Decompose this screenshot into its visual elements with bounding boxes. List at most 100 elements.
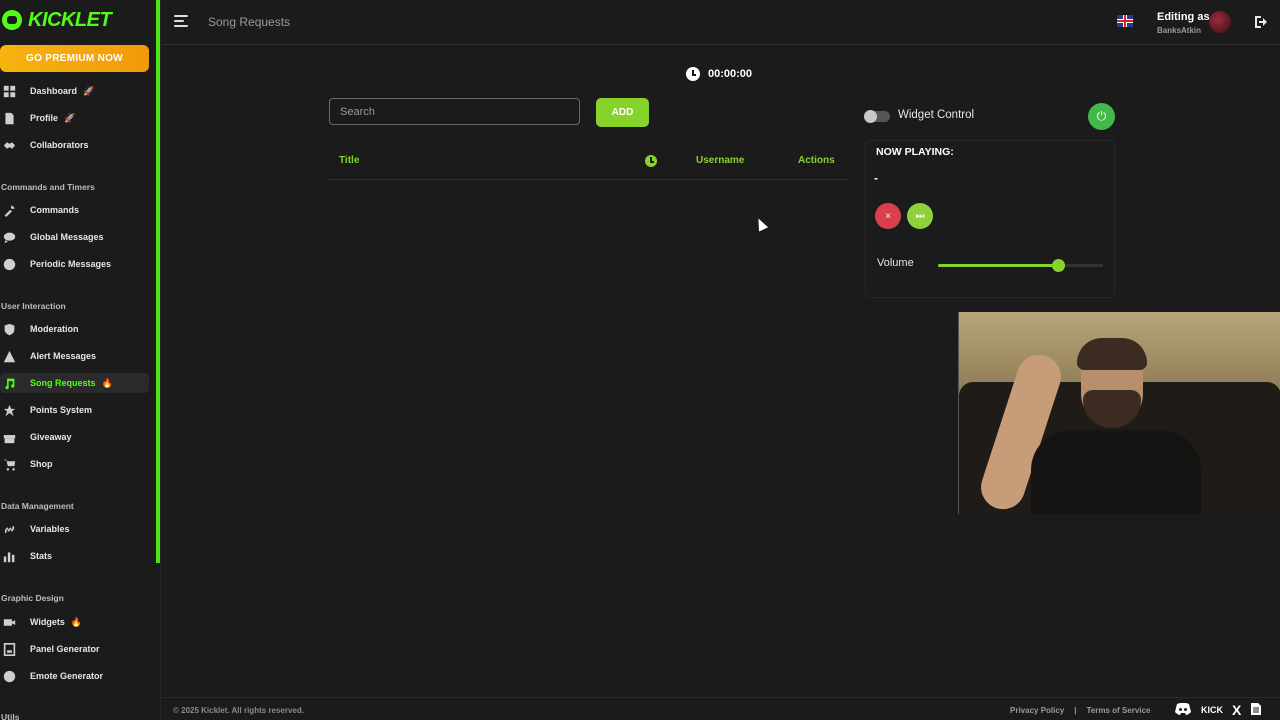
stop-button[interactable]: × [875,203,901,229]
clock-icon [686,67,700,81]
copyright: © 2025 Kicklet. All rights reserved. [173,706,304,715]
sidebar-item-widgets[interactable]: Widgets 🔥 [0,612,149,632]
sidebar-item-alert-messages[interactable]: Alert Messages [0,346,149,366]
now-playing-value: - [874,171,878,185]
section-graphic-design: Graphic Design [1,593,64,603]
logout-icon[interactable] [1253,14,1269,30]
warning-icon [2,349,16,363]
chat-bubble-icon [2,230,16,244]
fire-badge-icon: 🔥 [70,616,83,627]
sidebar-item-shop[interactable]: Shop [0,454,149,474]
sidebar-item-panel-generator[interactable]: Panel Generator [0,639,149,659]
column-username[interactable]: Username [696,155,744,166]
terms-of-service-link[interactable]: Terms of Service [1087,706,1151,715]
sidebar-item-profile[interactable]: Profile 🚀 [0,108,149,128]
shield-icon [2,322,16,336]
sidebar-item-label: Variables [30,524,70,534]
timer-value: 00:00:00 [708,68,753,80]
widget-control-toggle[interactable] [864,110,890,123]
kick-icon[interactable]: KICK [1201,705,1223,715]
avatar[interactable] [1209,11,1231,33]
section-data-management: Data Management [1,501,74,511]
bar-chart-icon [2,549,16,563]
music-note-icon [2,376,16,390]
section-commands-timers: Commands and Timers [1,182,95,192]
add-button[interactable]: ADD [596,98,649,127]
sidebar-item-label: Widgets [30,617,65,627]
sidebar-item-giveaway[interactable]: Giveaway [0,427,149,447]
breadcrumb: Song Requests [208,15,291,29]
sidebar-item-label: Periodic Messages [30,259,112,269]
sidebar-item-song-requests[interactable]: Song Requests 🔥 [0,373,149,393]
sidebar-item-label: Emote Generator [30,671,104,681]
sidebar-item-label: Commands [30,205,80,215]
panel-icon [2,642,16,656]
handshake-icon [2,138,16,152]
now-playing-panel: NOW PLAYING: - × ⏭ Volume [865,140,1115,298]
fire-badge-icon: 🔥 [101,377,113,388]
search-input[interactable] [329,98,580,125]
power-button[interactable]: ⏻ [1088,103,1115,130]
sidebar-item-commands[interactable]: Commands [0,200,149,220]
volume-fill [938,264,1059,267]
sidebar-item-stats[interactable]: Stats [0,546,149,566]
column-actions: Actions [798,155,835,166]
privacy-policy-link[interactable]: Privacy Policy [1010,706,1064,715]
sidebar-item-emote-generator[interactable]: Emote Generator [0,666,149,686]
sidebar-item-collaborators[interactable]: Collaborators [0,135,149,155]
sidebar-item-variables[interactable]: Variables [0,519,149,539]
clock-icon [2,257,16,271]
song-table-header: Title Username Actions [329,150,848,180]
footer-divider [162,697,1280,698]
footer-separator: | [1074,706,1077,715]
sidebar-item-global-messages[interactable]: Global Messages [0,227,149,247]
kicklet-logo[interactable]: KICKLET [2,8,112,32]
song-timer: 00:00:00 [686,67,752,81]
sidebar-item-points-system[interactable]: Points System [0,400,149,420]
volume-label: Volume [877,257,914,269]
link-icon [2,522,16,536]
sidebar-item-label: Collaborators [30,140,89,150]
volume-slider-thumb[interactable] [1052,259,1066,272]
footer-links: Privacy Policy | Terms of Service [1010,706,1150,715]
document-icon[interactable] [1250,702,1262,718]
app-root: KICKLET GO PREMIUM NOW Dashboard 🚀 Profi… [0,0,1280,720]
sidebar-item-dashboard[interactable]: Dashboard 🚀 [0,81,149,101]
editing-as-label: Editing as [1157,11,1210,23]
document-icon [2,111,16,125]
widget-control-label: Widget Control [898,109,975,121]
cart-icon [2,457,16,471]
rocket-badge-icon: 🚀 [64,112,76,123]
sidebar-item-label: Panel Generator [30,644,100,654]
skip-button[interactable]: ⏭ [907,203,933,229]
sidebar-item-label: Profile [30,113,59,123]
emoji-icon [2,669,16,683]
sidebar-item-label: Points System [30,405,93,415]
x-icon[interactable]: X [1232,702,1241,718]
discord-icon[interactable] [1174,703,1192,717]
sidebar-scrollbar[interactable] [156,0,160,563]
sidebar-item-moderation[interactable]: Moderation [0,319,149,339]
webcam-overlay [958,312,1280,514]
video-icon [2,615,16,629]
sidebar-item-label: Moderation [30,324,79,334]
footer-social-icons: KICK X [1174,702,1262,718]
go-premium-button[interactable]: GO PREMIUM NOW [0,45,149,72]
wrench-icon [2,203,16,217]
sidebar-item-label: Shop [30,459,53,469]
uk-flag-icon[interactable] [1117,15,1133,27]
sidebar-item-label: Song Requests [30,378,96,388]
sidebar-item-label: Global Messages [30,232,104,242]
sidebar-item-label: Alert Messages [30,351,97,361]
sidebar-item-periodic-messages[interactable]: Periodic Messages [0,254,149,274]
mouse-cursor-icon [753,216,769,232]
sidebar-item-label: Giveaway [30,432,72,442]
column-title[interactable]: Title [339,155,359,166]
sidebar: KICKLET GO PREMIUM NOW Dashboard 🚀 Profi… [0,0,161,720]
star-icon [2,403,16,417]
menu-toggle-icon[interactable] [174,15,188,27]
gift-icon [2,430,16,444]
sidebar-item-label: Dashboard [30,86,78,96]
volume-slider[interactable] [938,259,1103,272]
duration-clock-icon [645,155,657,167]
